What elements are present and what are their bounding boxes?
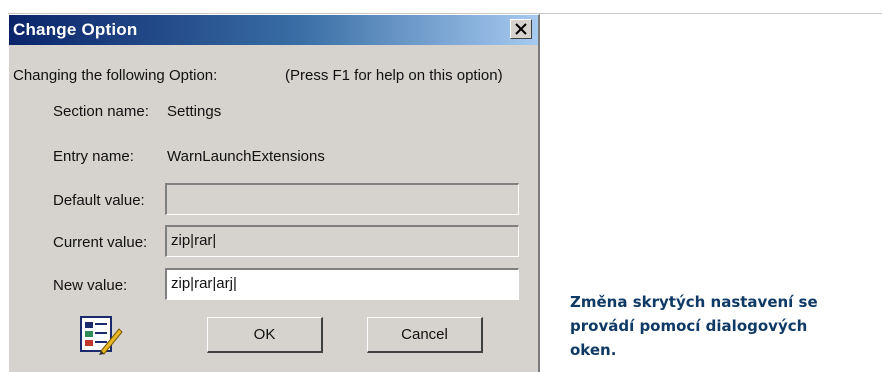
page-frame-left: [0, 0, 8, 372]
settings-editor-icon: [80, 316, 123, 355]
section-name-value: Settings: [167, 103, 222, 120]
current-value-field: zip|rar|: [165, 225, 519, 257]
close-button[interactable]: [510, 19, 532, 39]
section-name-label: Section name:: [53, 103, 149, 120]
entry-name-value: WarnLaunchExtensions: [167, 148, 325, 165]
cancel-button-label: Cancel: [401, 326, 448, 343]
new-value-input[interactable]: zip|rar|arj|: [165, 268, 519, 300]
ok-button-label: OK: [253, 326, 276, 343]
close-icon: [515, 23, 527, 35]
current-value-label: Current value:: [53, 234, 148, 251]
cancel-button[interactable]: Cancel: [367, 317, 483, 353]
dialog-title: Change Option: [13, 20, 138, 39]
change-option-dialog: Change Option Changing the following Opt…: [8, 14, 540, 372]
ok-button[interactable]: OK: [207, 317, 323, 353]
caption-line-1: Změna skrytých nastavení se: [570, 293, 818, 311]
dialog-titlebar[interactable]: Change Option: [9, 15, 538, 45]
article-caption: Změna skrytých nastavení se provádí pomo…: [570, 290, 870, 362]
default-value-field: [165, 183, 519, 215]
intro-text: Changing the following Option:: [13, 67, 218, 84]
page-frame-top: [0, 0, 882, 14]
caption-line-3: oken.: [570, 341, 617, 359]
entry-name-label: Entry name:: [53, 148, 134, 165]
help-hint: (Press F1 for help on this option): [285, 67, 503, 84]
default-value-label: Default value:: [53, 192, 145, 209]
new-value-label: New value:: [53, 277, 128, 294]
caption-line-2: provádí pomocí dialogových: [570, 317, 808, 335]
